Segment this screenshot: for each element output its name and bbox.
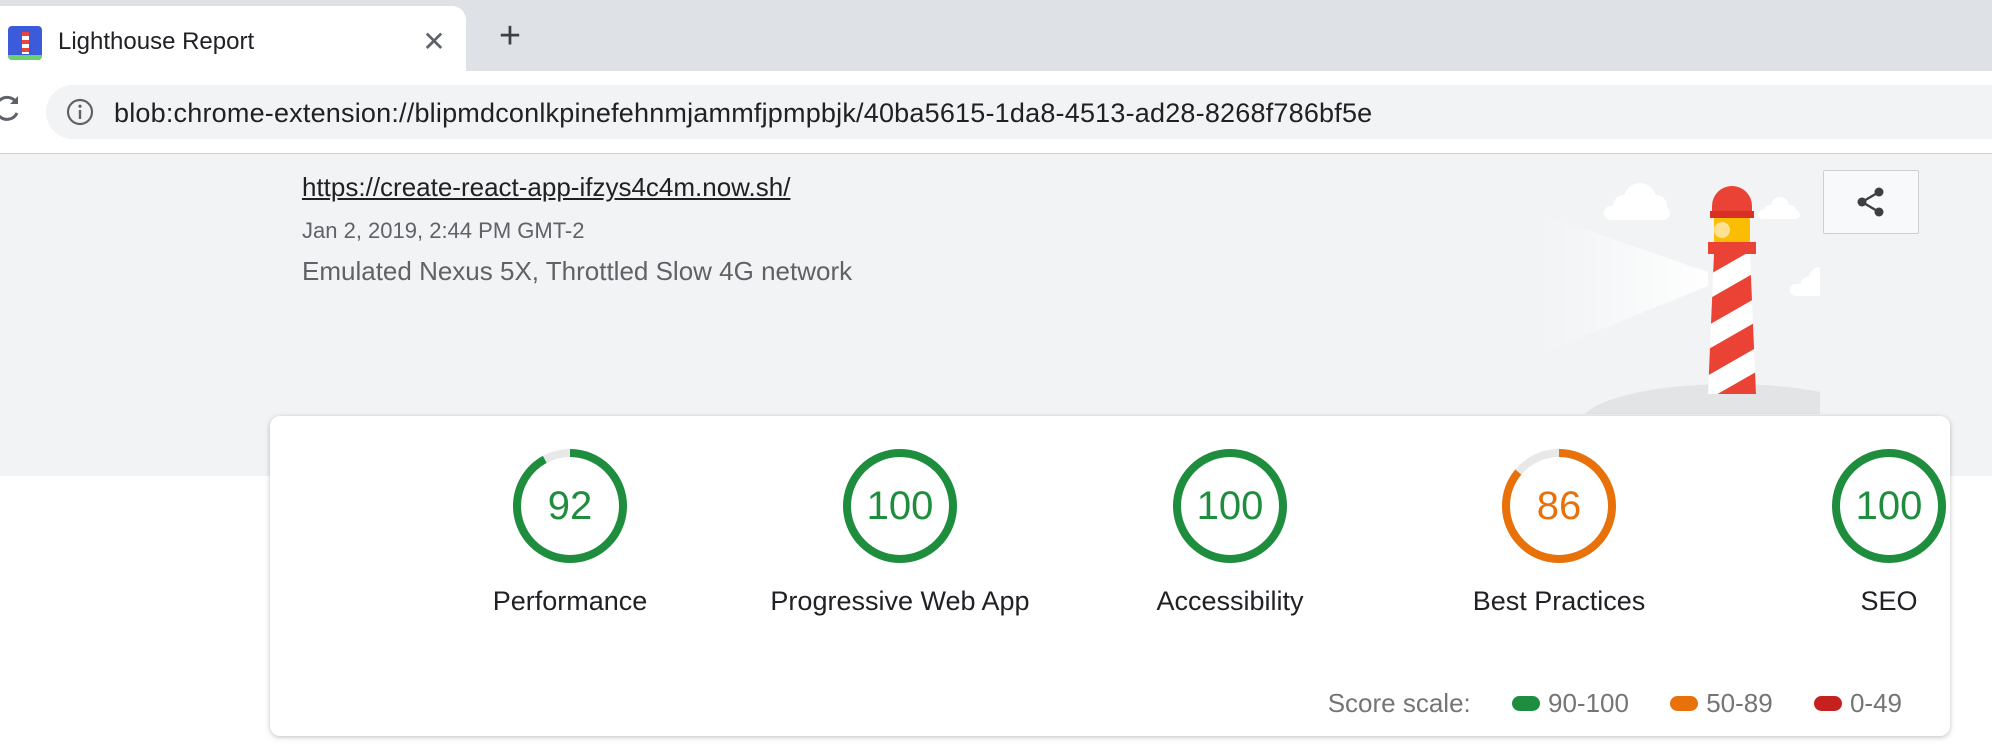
browser-tabstrip: Lighthouse Report ✕ +: [0, 0, 1992, 71]
score-scale-label: Score scale:: [1327, 688, 1471, 718]
scores-card: 92 Performance 100 Progressive Web App 1…: [270, 416, 1950, 736]
pass-swatch-icon: [1512, 695, 1541, 711]
address-bar-url[interactable]: blob:chrome-extension://blipmdconlkpinef…: [114, 98, 1372, 129]
report-url-link[interactable]: https://create-react-app-ifzys4c4m.now.s…: [302, 172, 790, 203]
share-button[interactable]: [1823, 170, 1919, 234]
lighthouse-favicon-icon: [8, 26, 42, 60]
reload-icon[interactable]: [0, 93, 22, 123]
score-scale-average: 50-89: [1670, 688, 1773, 719]
browser-toolbar: blob:chrome-extension://blipmdconlkpinef…: [0, 71, 1992, 154]
gauge-label: Progressive Web App: [770, 586, 1030, 616]
lighthouse-icon: [1708, 186, 1756, 394]
tab-lighthouse-report[interactable]: Lighthouse Report ✕: [0, 6, 466, 71]
gauge-accessibility[interactable]: 100 Accessibility: [1110, 448, 1350, 628]
cloud-icon: [1790, 267, 1820, 296]
report-date: Jan 2, 2019, 2:44 PM GMT-2: [302, 218, 585, 243]
average-swatch-icon: [1670, 695, 1699, 711]
tab-title: Lighthouse Report: [58, 28, 255, 55]
report-environment: Emulated Nexus 5X, Throttled Slow 4G net…: [302, 256, 853, 286]
gauge-performance[interactable]: 92 Performance: [450, 448, 690, 628]
gauge-label: Accessibility: [1156, 586, 1304, 616]
new-tab-button[interactable]: +: [492, 17, 528, 55]
close-icon[interactable]: ✕: [418, 26, 450, 58]
gauge-label: Performance: [492, 586, 648, 616]
gauge-label: Best Practices: [1472, 586, 1646, 616]
share-icon: [1857, 187, 1884, 217]
score-scale: Score scale: 90-100 50-89 0-49: [1328, 688, 1902, 718]
gauge-score: 86: [1536, 484, 1582, 528]
gauge-label: SEO: [1860, 586, 1918, 616]
fail-swatch-icon: [1813, 695, 1842, 711]
score-scale-pass: 90-100: [1512, 688, 1629, 719]
cloud-icon: [1604, 183, 1670, 220]
gauge-best-practices[interactable]: 86 Best Practices: [1439, 448, 1679, 628]
gauge-seo[interactable]: 100 SEO: [1769, 448, 1992, 628]
info-icon[interactable]: [66, 98, 94, 126]
address-bar[interactable]: blob:chrome-extension://blipmdconlkpinef…: [46, 85, 1992, 139]
gauge-score: 92: [547, 484, 593, 528]
gauge-score: 100: [1196, 484, 1264, 528]
gauge-score: 100: [866, 484, 934, 528]
gauge-progressive-web-app[interactable]: 100 Progressive Web App: [770, 448, 1030, 628]
cloud-icon: [1758, 197, 1800, 219]
gauge-score: 100: [1855, 484, 1923, 528]
score-scale-fail: 0-49: [1813, 688, 1902, 719]
lighthouse-illustration: [1540, 183, 1820, 414]
